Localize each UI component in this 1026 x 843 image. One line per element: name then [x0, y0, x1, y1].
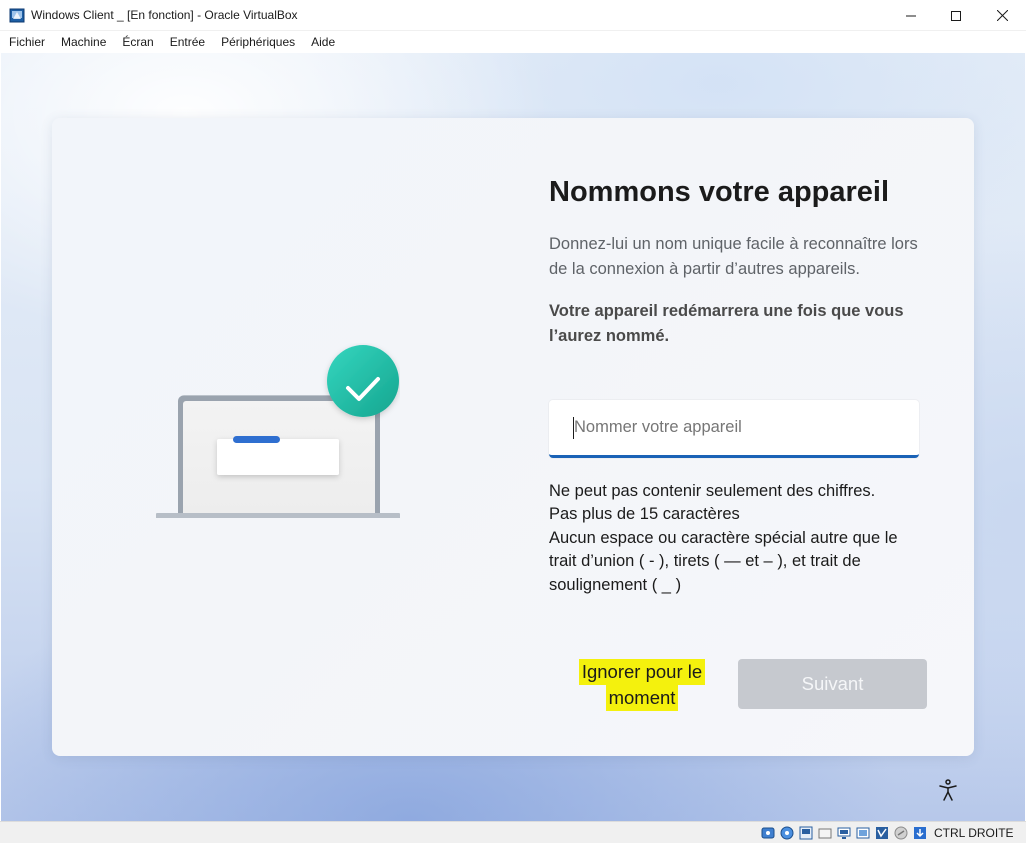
host-key-label: CTRL DROITE [934, 826, 1014, 840]
close-button[interactable] [979, 0, 1025, 31]
minimize-button[interactable] [888, 0, 934, 31]
device-name-field[interactable] [549, 400, 919, 458]
close-icon [996, 10, 1008, 21]
naming-rule: soulignement ( _ ) [549, 575, 682, 594]
skip-button[interactable]: Ignorer pour le moment [572, 658, 712, 712]
statusbar: CTRL DROITE [0, 821, 1026, 843]
skip-button-label-line2: moment [605, 685, 679, 711]
display-icon[interactable] [874, 825, 890, 841]
virtualbox-app-icon [9, 7, 26, 24]
text-caret [573, 417, 574, 439]
window-title: Windows Client _ [En fonction] - Oracle … [31, 8, 298, 22]
mouse-integration-icon[interactable] [912, 825, 928, 841]
naming-rule: Pas plus de 15 caractères [549, 505, 740, 524]
recording-icon[interactable] [893, 825, 909, 841]
minimize-icon [906, 11, 916, 21]
menu-peripheriques[interactable]: Périphériques [213, 31, 303, 53]
maximize-icon [951, 10, 961, 21]
audio-icon[interactable] [798, 825, 814, 841]
device-name-input[interactable] [549, 400, 919, 455]
shared-folders-icon[interactable] [855, 825, 871, 841]
network-icon[interactable] [817, 825, 833, 841]
hard-disk-icon[interactable] [760, 825, 776, 841]
naming-rules: Ne peut pas contenir seulement des chiff… [549, 480, 929, 597]
page-subtitle: Donnez-lui un nom unique facile à reconn… [549, 235, 918, 278]
status-icons [760, 825, 931, 841]
next-button[interactable]: Suivant [738, 659, 927, 709]
vm-display[interactable]: Nommons votre appareil Donnez-lui un nom… [1, 53, 1025, 821]
menubar: Fichier Machine Écran Entrée Périphériqu… [0, 31, 1026, 53]
naming-rule: Aucun espace ou caractère spécial autre … [549, 528, 898, 547]
naming-rule: trait d’union ( - ), tirets ( — et – ), … [549, 552, 861, 571]
maximize-button[interactable] [933, 0, 979, 31]
accessibility-button[interactable] [935, 778, 961, 807]
optical-drive-icon[interactable] [779, 825, 795, 841]
naming-rule: Ne peut pas contenir seulement des chiff… [549, 482, 876, 500]
page-title: Nommons votre appareil [549, 176, 890, 208]
menu-ecran[interactable]: Écran [114, 31, 161, 53]
laptop-check-illustration [154, 343, 400, 532]
oobe-card: Nommons votre appareil Donnez-lui un nom… [52, 118, 974, 756]
restart-warning: Votre appareil redémarrera une fois que … [549, 302, 904, 345]
menu-machine[interactable]: Machine [53, 31, 114, 53]
skip-button-label-line1: Ignorer pour le [578, 659, 706, 685]
menu-aide[interactable]: Aide [303, 31, 343, 53]
accessibility-icon [936, 778, 960, 807]
menu-fichier[interactable]: Fichier [0, 31, 53, 53]
usb-icon[interactable] [836, 825, 852, 841]
window-titlebar[interactable]: Windows Client _ [En fonction] - Oracle … [0, 0, 1026, 31]
menu-entree[interactable]: Entrée [162, 31, 213, 53]
